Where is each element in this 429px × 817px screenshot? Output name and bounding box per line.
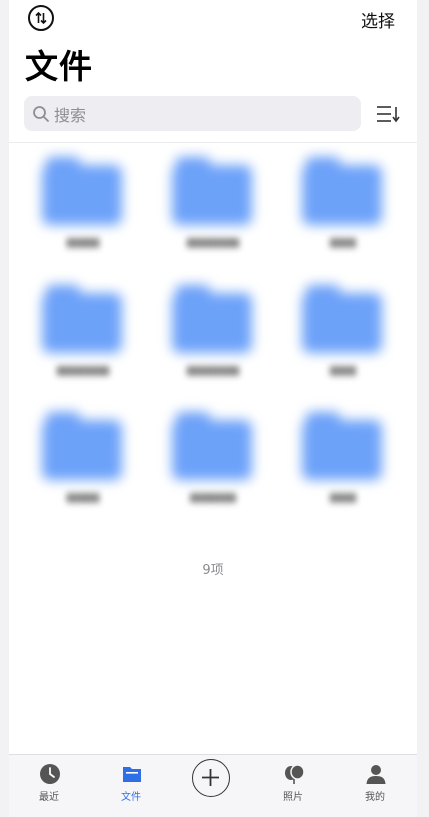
folder-item[interactable]: ▮▮▮▮	[278, 273, 408, 398]
folder-item[interactable]: ▮▮▮▮	[278, 400, 408, 525]
folder-name: ▮▮▮▮▮▮▮▮	[186, 235, 240, 249]
folder-icon	[123, 767, 141, 782]
folder-icon	[42, 410, 122, 482]
folder-name: ▮▮▮▮▮▮▮▮	[56, 363, 110, 377]
folder-icon	[172, 155, 252, 227]
folder-icon	[172, 283, 252, 355]
sort-list-icon[interactable]	[376, 104, 400, 124]
folder-icon	[42, 283, 122, 355]
folder-item[interactable]: ▮▮▮▮▮	[18, 400, 148, 525]
tab-label: 最近	[39, 792, 59, 803]
folder-icon	[302, 410, 382, 482]
folder-icon	[42, 155, 122, 227]
search-placeholder: 搜索	[54, 105, 87, 125]
tab-label: 文件	[121, 792, 141, 803]
folder-name: ▮▮▮▮	[329, 235, 357, 249]
folder-icon	[302, 155, 382, 227]
tab-profile[interactable]: 我的	[335, 755, 415, 817]
tab-label: 我的	[365, 792, 385, 803]
tab-photos[interactable]: 照片	[253, 755, 333, 817]
folder-name: ▮▮▮▮▮▮▮	[189, 490, 237, 504]
folder-item[interactable]: ▮▮▮▮▮▮▮▮	[18, 273, 148, 398]
folder-name: ▮▮▮▮▮	[66, 490, 100, 504]
folder-name: ▮▮▮▮	[329, 363, 357, 377]
tab-recent[interactable]: 最近	[9, 755, 89, 817]
plus-circle-icon[interactable]	[192, 759, 230, 797]
tab-bar: 最近 文件 照片 我的	[9, 754, 417, 817]
search-input[interactable]: 搜索	[24, 96, 361, 131]
search-icon	[33, 105, 49, 122]
folder-name: ▮▮▮▮▮▮▮▮	[186, 363, 240, 377]
item-count: 9项	[202, 563, 224, 578]
folder-icon	[302, 283, 382, 355]
page-title: 文件	[25, 47, 93, 86]
folder-item[interactable]: ▮▮▮▮▮	[18, 145, 148, 270]
folder-item[interactable]: ▮▮▮▮▮▮▮▮	[148, 273, 278, 398]
top-bar: 选择	[9, 0, 417, 38]
folder-grid: ▮▮▮▮▮ ▮▮▮▮▮▮▮▮ ▮▮▮▮ ▮▮▮▮▮▮▮▮ ▮▮▮▮▮▮▮▮ ▮▮…	[18, 145, 408, 525]
select-button[interactable]: 选择	[361, 7, 395, 32]
folder-item[interactable]: ▮▮▮▮	[278, 145, 408, 270]
folder-icon	[172, 410, 252, 482]
clock-icon	[40, 764, 60, 784]
tab-files[interactable]: 文件	[91, 755, 171, 817]
person-icon	[366, 765, 386, 784]
sort-swap-icon[interactable]	[28, 5, 54, 31]
folder-name: ▮▮▮▮	[329, 490, 357, 504]
photos-icon	[285, 764, 305, 784]
tab-label: 照片	[283, 792, 303, 803]
main-panel: 选择 文件 搜索 ▮▮▮▮▮ ▮▮▮▮▮▮▮▮ ▮▮▮▮ ▮▮▮▮▮▮▮▮ ▮▮…	[9, 0, 417, 754]
folder-name: ▮▮▮▮▮	[66, 235, 100, 249]
header-divider	[9, 142, 417, 143]
folder-item[interactable]: ▮▮▮▮▮▮▮▮	[148, 145, 278, 270]
folder-item[interactable]: ▮▮▮▮▮▮▮	[148, 400, 278, 525]
